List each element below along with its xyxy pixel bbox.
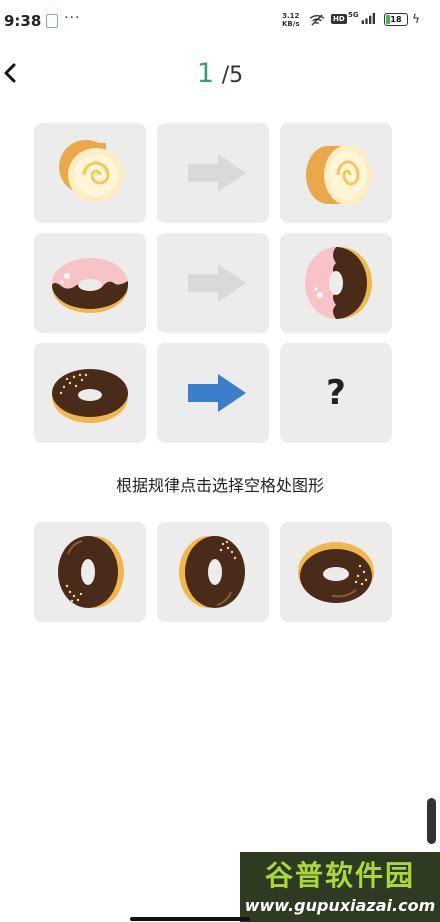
chocolate-donut-side-icon xyxy=(52,369,128,423)
total-questions: /5 xyxy=(221,63,244,88)
cake-roll-front-tile xyxy=(280,123,392,223)
net-speed: 3.12 KB/s xyxy=(282,12,299,28)
chocolate-donut-front-left-icon xyxy=(58,536,124,608)
arrow-right-blue-icon xyxy=(188,374,246,412)
current-question-number: 1 xyxy=(196,58,215,89)
arrow-right-icon xyxy=(188,264,246,302)
cake-roll-side-tile xyxy=(34,123,146,223)
arrow-tile-3 xyxy=(157,343,269,443)
option-2[interactable] xyxy=(157,522,269,622)
option-1[interactable] xyxy=(34,522,146,622)
net-speed-value: 3.12 xyxy=(282,12,300,20)
watermark-name: 谷普软件园 xyxy=(264,859,415,892)
cake-roll-side-icon xyxy=(59,140,124,202)
hd-badge: HD xyxy=(331,14,347,24)
cake-roll-front-icon xyxy=(306,145,372,205)
network-type: 5G xyxy=(348,11,359,19)
status-time: 9:38 xyxy=(4,12,42,30)
instruction-text: 根据规律点击选择空格处图形 xyxy=(115,476,324,495)
pink-donut-front-icon xyxy=(305,247,372,319)
chocolate-donut-front-right-icon xyxy=(179,536,245,608)
watermark-url: www.gupuxiazai.com xyxy=(244,896,436,915)
pink-donut-front-tile xyxy=(280,233,392,333)
chocolate-donut-side-tile xyxy=(34,343,146,443)
watermark: 谷普软件园 www.gupuxiazai.com xyxy=(240,852,440,922)
answer-blank-tile: ? xyxy=(280,343,392,443)
more-notifications-icon: ··· xyxy=(64,10,81,26)
wifi-off-icon xyxy=(309,14,325,26)
pink-donut-side-tile xyxy=(34,233,146,333)
status-bar: 9:38 ··· 3.12 KB/s HD 5G 18 ϟ xyxy=(0,0,440,40)
notification-icon xyxy=(46,14,58,28)
arrow-tile-1 xyxy=(157,123,269,223)
chocolate-donut-top-icon xyxy=(298,542,374,603)
pink-donut-side-icon xyxy=(52,258,128,313)
arrow-right-icon xyxy=(188,154,246,192)
home-indicator[interactable] xyxy=(130,917,250,921)
signal-icon xyxy=(361,12,375,24)
arrow-tile-2 xyxy=(157,233,269,333)
battery-level: 18 xyxy=(390,15,402,24)
option-3[interactable] xyxy=(280,522,392,622)
net-speed-unit: KB/s xyxy=(282,20,300,28)
charging-icon: ϟ xyxy=(412,12,420,26)
scroll-handle[interactable] xyxy=(427,798,436,844)
question-mark: ? xyxy=(326,373,346,413)
progress-title: 1 /5 xyxy=(0,58,440,89)
battery-icon: 18 xyxy=(384,13,408,26)
